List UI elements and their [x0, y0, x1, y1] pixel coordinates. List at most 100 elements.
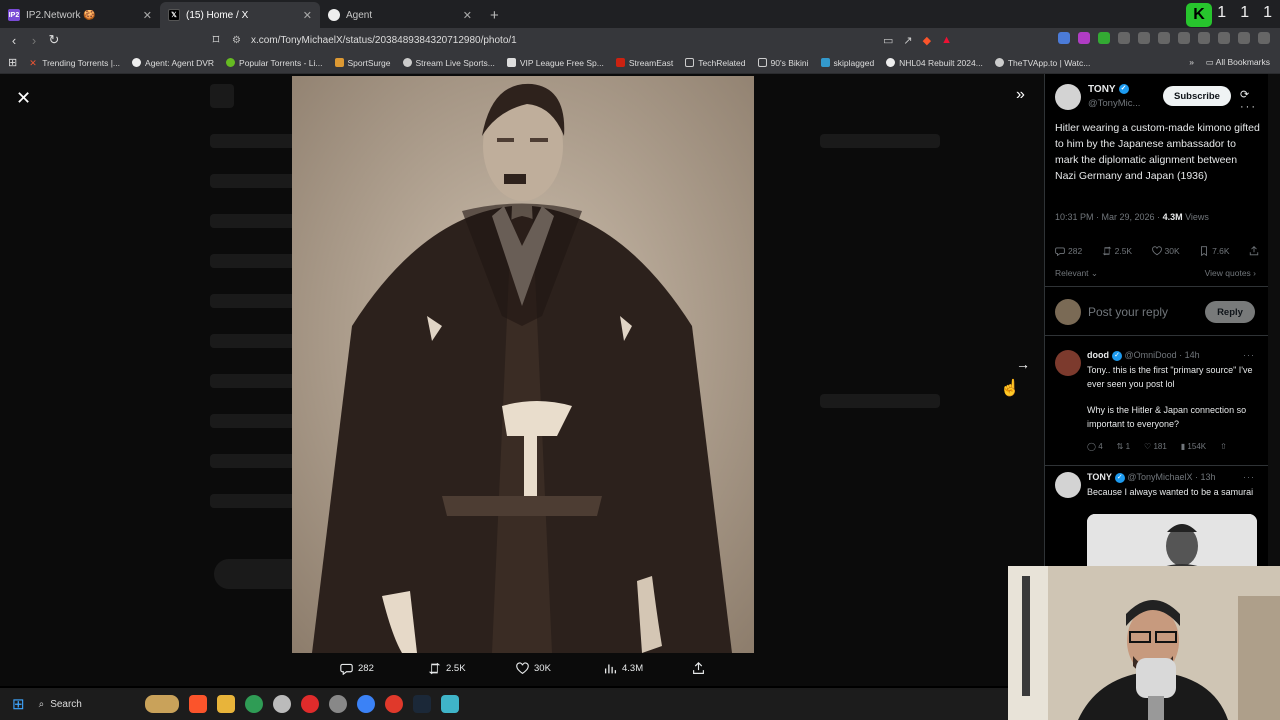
back-icon[interactable]: ‹: [4, 33, 24, 48]
reply-button[interactable]: Reply: [1205, 301, 1255, 323]
cast-icon[interactable]: ▭: [883, 34, 893, 47]
reply-input[interactable]: Post your reply: [1088, 305, 1168, 319]
bookmark-item[interactable]: Agent: Agent DVR: [132, 58, 214, 68]
view-quotes-link[interactable]: View quotes ›: [1205, 268, 1256, 278]
reply-action[interactable]: 282: [340, 662, 428, 675]
post-timestamp[interactable]: 10:31 PM · Mar 29, 2026 ·: [1055, 212, 1163, 222]
vpn-icon[interactable]: [1238, 32, 1250, 44]
opera-icon[interactable]: [300, 695, 319, 713]
author-handle[interactable]: @TonyMic...: [1088, 98, 1140, 109]
close-tab-icon[interactable]: ✕: [143, 9, 152, 22]
close-viewer-icon[interactable]: ✕: [16, 88, 31, 109]
window-control[interactable]: 1: [1217, 4, 1226, 22]
bookmark-folder[interactable]: TechRelated: [685, 58, 746, 68]
menu-icon[interactable]: [1258, 32, 1270, 44]
share-action[interactable]: [692, 662, 780, 675]
windows-start-icon[interactable]: ⊞: [12, 695, 25, 713]
forward-icon[interactable]: ›: [24, 33, 44, 48]
extension-icon[interactable]: [1218, 32, 1230, 44]
bookmark-stat[interactable]: 7.6K: [1199, 246, 1230, 256]
site-info-icon[interactable]: ⚙: [232, 35, 241, 46]
taskbar-search[interactable]: ⌕ Search: [35, 693, 135, 715]
file-explorer-icon[interactable]: [216, 695, 235, 713]
wallet-icon[interactable]: [1198, 32, 1210, 44]
new-tab-button[interactable]: +: [480, 2, 509, 28]
bookmark-folder[interactable]: 90's Bikini: [757, 58, 809, 68]
commenter-name[interactable]: TONY: [1087, 472, 1112, 482]
bookmark-label: Agent: Agent DVR: [145, 57, 215, 68]
brave-icon[interactable]: [188, 695, 207, 713]
reload-icon[interactable]: ↻: [44, 32, 64, 48]
media-icon[interactable]: [1158, 32, 1170, 44]
steam-icon[interactable]: [412, 695, 431, 713]
close-tab-icon[interactable]: ✕: [463, 9, 472, 22]
extension-icon[interactable]: [1058, 32, 1070, 44]
subscribe-button[interactable]: Subscribe: [1163, 86, 1231, 106]
chrome-icon[interactable]: [244, 695, 263, 713]
panel-scrollbar[interactable]: [1268, 74, 1280, 568]
comment-views-stat[interactable]: ▮ 154K: [1181, 442, 1206, 451]
sidebar-icon[interactable]: [1178, 32, 1190, 44]
reply-stat[interactable]: 282: [1055, 246, 1082, 256]
window-control[interactable]: 1: [1240, 4, 1249, 22]
brave-shield-icon[interactable]: ◆: [923, 34, 931, 47]
app-icon[interactable]: [356, 695, 375, 713]
widget-icon[interactable]: [144, 695, 179, 713]
commenter-avatar[interactable]: [1055, 472, 1081, 498]
extension-icon[interactable]: [1078, 32, 1090, 44]
more-options-icon[interactable]: ⟳ ···: [1240, 88, 1265, 113]
url-field[interactable]: ⚙ x.com/TonyMichaelX/status/203848938432…: [232, 30, 952, 50]
expand-panel-icon[interactable]: »: [1016, 86, 1025, 104]
bookmark-page-icon[interactable]: ⌑: [206, 32, 226, 48]
repost-stat[interactable]: 2.5K: [1102, 246, 1132, 256]
commenter-avatar[interactable]: [1055, 350, 1081, 376]
post-photo[interactable]: [292, 76, 754, 653]
bookmark-item[interactable]: NHL04 Rebuilt 2024...: [886, 58, 983, 68]
tab-agent[interactable]: Agent ✕: [320, 2, 480, 28]
extension-icon[interactable]: [1138, 32, 1150, 44]
chrome-canary-icon[interactable]: [384, 695, 403, 713]
comment-share-icon[interactable]: ⇧: [1220, 442, 1227, 451]
bookmark-label: Popular Torrents - Li...: [239, 57, 323, 68]
next-photo-icon[interactable]: →: [1016, 356, 1030, 372]
repost-action[interactable]: 2.5K: [428, 662, 516, 675]
comment-repost-stat[interactable]: ⇅ 1: [1117, 442, 1130, 451]
comment-item[interactable]: dood ✓ @OmniDood · 14h ··· Tony.. this is…: [1045, 346, 1268, 466]
comment-more-icon[interactable]: ···: [1243, 472, 1255, 482]
extension-icon[interactable]: [1098, 32, 1110, 44]
bookmark-item[interactable]: Stream Live Sports...: [402, 58, 495, 68]
views-action[interactable]: 4.3M: [604, 662, 692, 675]
relevant-sort-dropdown[interactable]: Relevant ⌄: [1055, 268, 1098, 279]
comment-like-stat[interactable]: ♡ 181: [1144, 442, 1167, 451]
close-tab-icon[interactable]: ✕: [303, 9, 312, 22]
bookmark-item[interactable]: SportSurge: [334, 58, 391, 68]
all-bookmarks-button[interactable]: » ▭ All Bookmarks: [1189, 57, 1270, 68]
tab-x-home[interactable]: 𝕏 (15) Home / X ✕: [160, 2, 320, 28]
bookmark-item[interactable]: Popular Torrents - Li...: [226, 57, 323, 68]
comment-reply-stat[interactable]: ◯ 4: [1087, 442, 1103, 451]
obs-icon[interactable]: [328, 695, 347, 713]
share-icon[interactable]: ↗: [903, 34, 912, 47]
bookmark-item[interactable]: skiplagged: [820, 58, 874, 68]
like-action[interactable]: 30K: [516, 662, 604, 675]
comment-media-image[interactable]: [1087, 514, 1257, 568]
tab-ip2network[interactable]: IP2 IP2.Network 🍪 ✕: [0, 2, 160, 28]
commenter-name[interactable]: dood: [1087, 350, 1109, 360]
bookmark-item[interactable]: TheTVApp.to | Watc...: [994, 58, 1090, 68]
comment-item[interactable]: TONY ✓ @TonyMichaelX · 13h ··· Because I …: [1045, 468, 1268, 568]
bookmark-item[interactable]: VIP League Free Sp...: [506, 58, 604, 68]
brave-rewards-icon[interactable]: ▲: [941, 34, 952, 47]
author-name[interactable]: TONY ✓: [1088, 84, 1129, 95]
comment-more-icon[interactable]: ···: [1243, 350, 1255, 360]
share-stat[interactable]: [1249, 246, 1259, 256]
bookmark-item[interactable]: StreamEast: [615, 58, 673, 68]
extension-icon[interactable]: [1118, 32, 1130, 44]
author-avatar[interactable]: [1055, 84, 1081, 110]
apps-icon[interactable]: ⊞: [8, 56, 17, 69]
app-icon[interactable]: [440, 695, 459, 713]
window-control[interactable]: 1: [1263, 4, 1272, 22]
bookmark-item[interactable]: ✕ Trending Torrents |...: [29, 58, 120, 69]
like-stat[interactable]: 30K: [1151, 246, 1180, 256]
app-icon[interactable]: [272, 695, 291, 713]
search-icon: ⌕: [38, 698, 45, 710]
